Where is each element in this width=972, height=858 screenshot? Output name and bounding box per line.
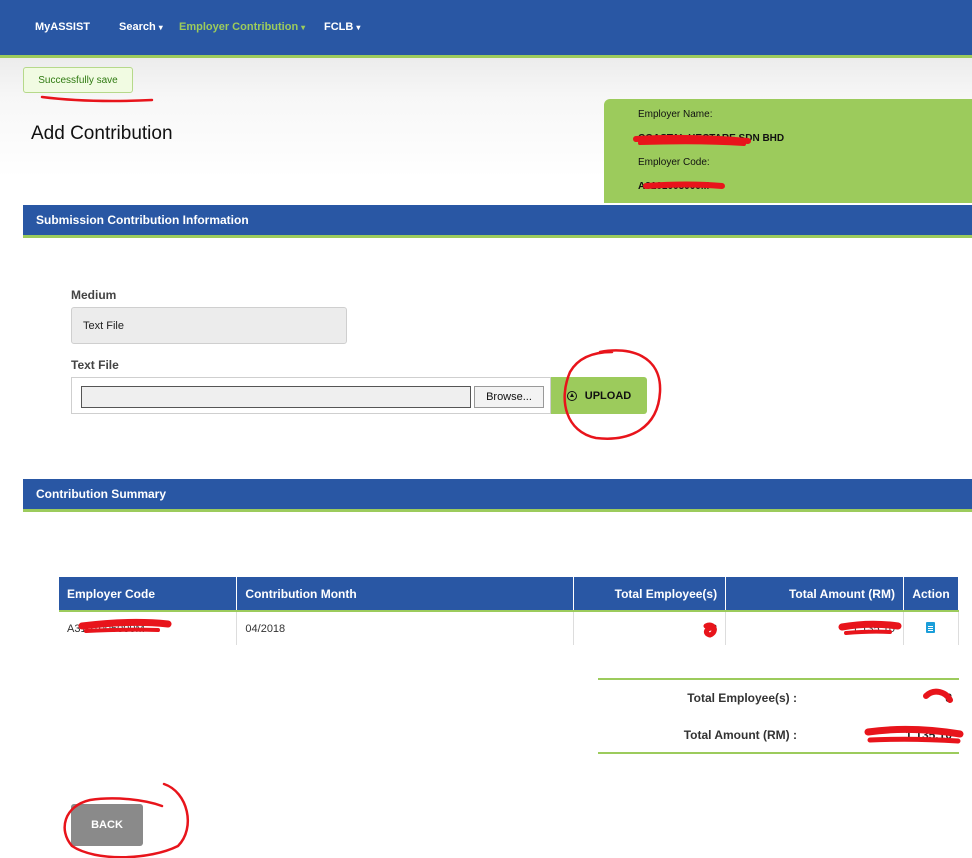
text-file-input-group: Browse... <box>71 377 551 414</box>
nav-item-fclb[interactable]: FCLB ▾ <box>324 21 360 33</box>
employer-name-value: COASTAL HECTARE SDN BHD <box>638 133 785 144</box>
row-employer-code: A3101005000M <box>59 611 238 645</box>
employer-name-label: Employer Name: <box>638 109 713 120</box>
nav-item-label: Employer Contribution <box>179 21 299 33</box>
row-contribution-month: 04/2018 <box>236 611 575 645</box>
upload-button[interactable]: UPLOAD <box>551 377 647 414</box>
upload-circle-icon <box>566 390 577 401</box>
caret-down-icon: ▾ <box>301 23 306 32</box>
contribution-summary-table: Employer Code Contribution Month Total E… <box>59 577 960 645</box>
row-total-amount: 1,135.10 <box>725 611 904 645</box>
col-employer-code: Employer Code <box>59 577 238 612</box>
col-action: Action <box>903 577 960 612</box>
employer-code-label: Employer Code: <box>638 157 710 168</box>
nav-item-label: Search <box>119 21 156 33</box>
upload-button-label: UPLOAD <box>584 389 632 402</box>
total-employees-label: Total Employee(s) : <box>687 691 797 705</box>
nav-item-label: FCLB <box>324 21 354 33</box>
total-amount-label: Total Amount (RM) : <box>683 728 797 742</box>
caret-down-icon: ▾ <box>158 23 163 32</box>
medium-select[interactable]: Text File <box>71 307 347 344</box>
top-navbar: MyASSIST Search ▾ Employer Contribution ▾ … <box>0 0 972 58</box>
row-action <box>903 611 960 645</box>
medium-label: Medium <box>71 288 117 302</box>
caret-down-icon: ▾ <box>356 23 361 32</box>
text-file-path-field[interactable] <box>81 386 471 408</box>
submission-section-header: Submission Contribution Information <box>23 205 972 238</box>
nav-item-employer-contribution[interactable]: Employer Contribution ▾ <box>179 21 305 33</box>
totals-bottom-divider <box>598 752 959 754</box>
brand-link[interactable]: MyASSIST <box>35 21 90 33</box>
col-total-amount: Total Amount (RM) <box>725 577 904 612</box>
back-button[interactable]: BACK <box>71 804 143 846</box>
summary-section-header: Contribution Summary <box>23 479 972 512</box>
success-alert: Successfully save <box>23 67 133 93</box>
browse-button[interactable]: Browse... <box>474 386 544 408</box>
totals-top-divider <box>598 678 959 680</box>
nav-item-search[interactable]: Search ▾ <box>119 21 163 33</box>
col-total-employees: Total Employee(s) <box>573 577 727 612</box>
document-icon[interactable] <box>926 621 936 633</box>
total-employees-value: 8 <box>945 691 952 705</box>
row-total-employees: 8 <box>573 611 727 645</box>
text-file-label: Text File <box>71 358 119 372</box>
employer-info-panel: Employer Name: COASTAL HECTARE SDN BHD E… <box>604 99 972 203</box>
page-title: Add Contribution <box>31 123 173 144</box>
total-amount-value: 1,135.10 <box>905 728 952 742</box>
table-row: A3101005000M 04/2018 8 1,135.10 <box>59 611 960 645</box>
employer-code-value: A3101005000M <box>638 181 710 192</box>
col-contribution-month: Contribution Month <box>236 577 575 612</box>
